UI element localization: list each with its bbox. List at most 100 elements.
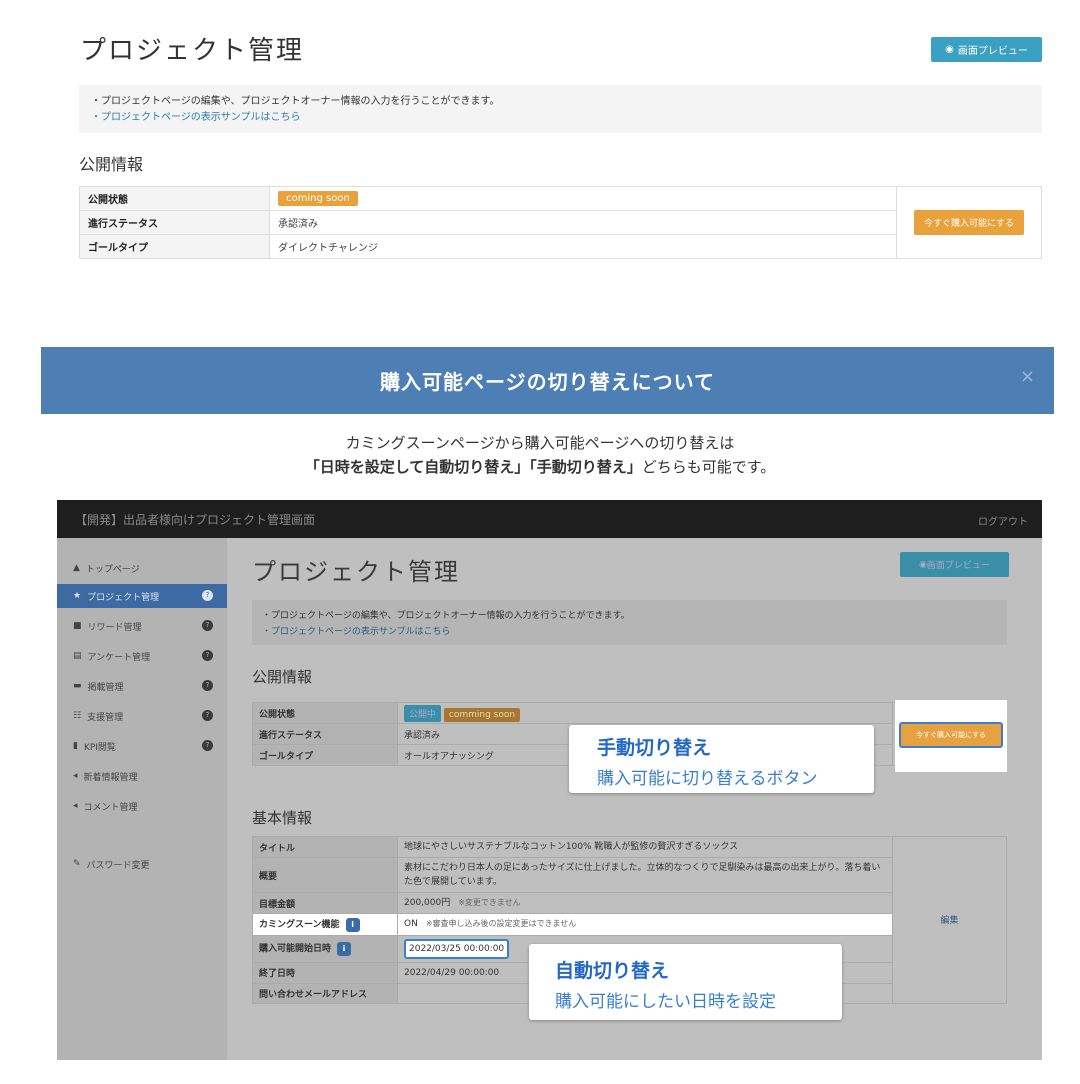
sidebar-item-label: パスワード変更 <box>86 860 150 871</box>
help-icon: ? <box>202 680 213 691</box>
screen-preview-label: 画面プレビュー <box>957 46 1028 57</box>
sidebar-item-label: 支援管理 <box>87 712 124 723</box>
sidebar-item-label: KPI閲覧 <box>83 742 116 753</box>
edit-link[interactable]: 編集 <box>940 916 958 926</box>
manual-switch-callout: 手動切り替え 購入可能に切り替えるボタン <box>569 725 874 793</box>
callout-title: 手動切り替え <box>597 737 712 759</box>
sidebar-item-listing[interactable]: ▬ 掲載管理? <box>57 674 227 698</box>
sidebar-item-top[interactable]: ▲ トップページ <box>57 556 227 580</box>
star-icon: ★ <box>73 591 82 601</box>
sidebar: ▲ トップページ ★ プロジェクト管理? ■ リワード管理? ▤ アンケート管理? ▬ 掲… <box>57 538 227 1060</box>
bar-chart-icon: ▮ <box>73 741 78 751</box>
info-box: ・プロジェクトページの編集や、プロジェクトオーナー情報の入力を行うことができます… <box>79 85 1042 133</box>
buy-now-button[interactable]: 今すぐ購入可能にする <box>913 210 1025 235</box>
row-label: 進行ステータス <box>79 210 270 235</box>
home-icon: ▲ <box>73 563 80 573</box>
inner-preview-button[interactable]: ◉ 画面プレビュー <box>900 552 1009 577</box>
row-value: ON <box>404 919 418 930</box>
sidebar-item-label: プロジェクト管理 <box>87 592 160 603</box>
list-icon: ▬ <box>73 681 82 691</box>
inner-sample-link[interactable]: ・プロジェクトページの表示サンプルはこちら <box>262 624 997 640</box>
row-label: 購入可能開始日時 <box>259 944 332 955</box>
sidebar-item-project[interactable]: ★ プロジェクト管理? <box>57 584 227 608</box>
example-screenshot: 【開発】出品者様向けプロジェクト管理画面 ログアウト ▲ トップページ ★ プロジェ… <box>57 500 1042 1060</box>
sidebar-item-label: コメント管理 <box>83 802 138 813</box>
close-icon[interactable]: × <box>1020 366 1035 387</box>
modal-header-banner: 購入可能ページの切り替えについて <box>41 347 1054 414</box>
sidebar-item-kpi[interactable]: ▮ KPI閲覧? <box>57 734 227 758</box>
screen-preview-button[interactable]: ◉ 画面プレビュー <box>931 37 1042 62</box>
sidebar-item-label: 新着情報管理 <box>83 772 138 783</box>
row-label: 公開状態 <box>252 702 398 724</box>
row-label: カミングスーン機能 <box>259 920 340 930</box>
row-label: 公開状態 <box>79 186 270 211</box>
row-note: ※変更できません <box>458 898 521 907</box>
info-note: ・プロジェクトページの編集や、プロジェクトオーナー情報の入力を行うことができます… <box>91 96 500 107</box>
description-line-2: 「日時を設定して自動切り替え」「手動切り替え」どちらも可能です。 <box>0 456 1080 477</box>
sidebar-item-label: トップページ <box>85 564 140 575</box>
callout-subtitle: 購入可能に切り替えるボタン <box>597 769 818 789</box>
row-label: ゴールタイプ <box>252 744 398 766</box>
megaphone-icon: ◂ <box>73 771 78 781</box>
inner-info-box: ・プロジェクトページの編集や、プロジェクトオーナー情報の入力を行うことができます… <box>252 600 1007 645</box>
sidebar-item-label: 掲載管理 <box>87 682 124 693</box>
sidebar-item-reward[interactable]: ■ リワード管理? <box>57 614 227 638</box>
table-row: 公開状態 公開中 comming soon <box>252 702 1007 766</box>
sidebar-item-comment[interactable]: ◂ コメント管理 <box>57 794 227 818</box>
sidebar-item-survey[interactable]: ▤ アンケート管理? <box>57 644 227 668</box>
row-note: ※審査申し込み後の設定変更はできません <box>425 919 577 929</box>
info-icon[interactable]: i <box>345 917 360 932</box>
public-info-heading: 公開情報 <box>79 155 144 174</box>
row-value: ダイレクトチャレンジ <box>269 234 897 259</box>
row-value: 地球にやさしいサステナブルなコットン100% 靴職人が監修の贅沢すぎるソックス <box>397 836 893 858</box>
coming-soon-badge: comming soon <box>443 707 521 722</box>
table-icon: ☷ <box>73 711 82 721</box>
sidebar-item-label: リワード管理 <box>87 622 142 633</box>
eye-icon: ◉ <box>919 559 927 570</box>
info-icon[interactable]: i <box>337 941 352 956</box>
public-info-table: 公開状態 coming soon 今すぐ購入可能にする 進行ステータス 承認済み… <box>79 186 1042 259</box>
row-label: タイトル <box>252 836 398 858</box>
row-label: 概要 <box>252 857 398 893</box>
help-icon: ? <box>202 590 213 601</box>
row-label: 問い合わせメールアドレス <box>252 982 398 1004</box>
row-value: 素材にこだわり日本人の足にあったサイズに仕上げました。立体的なつくりで足馴染みは… <box>397 857 893 893</box>
description-line-1: カミングスーンページから購入可能ページへの切り替えは <box>345 434 735 452</box>
megaphone-icon: ◂ <box>73 801 78 811</box>
table-row: タイトル 地球にやさしいサステナブルなコットン100% 靴職人が監修の贅沢すぎる… <box>252 836 1007 1004</box>
help-icon: ? <box>202 710 213 721</box>
row-value: 承認済み <box>269 210 897 235</box>
sidebar-item-news[interactable]: ◂ 新着情報管理 <box>57 764 227 788</box>
public-badge: 公開中 <box>404 704 442 722</box>
help-icon: ? <box>202 650 213 661</box>
inner-basic-heading: 基本情報 <box>252 809 313 827</box>
table-row: 公開状態 coming soon 今すぐ購入可能にする <box>79 186 1042 259</box>
pen-icon: ✎ <box>73 859 81 869</box>
help-icon: ? <box>202 740 213 751</box>
callout-subtitle: 購入可能にしたい日時を設定 <box>555 992 776 1012</box>
purchase-start-datetime[interactable]: 2022/03/25 00:00:00 <box>404 938 510 959</box>
row-label: 目標金額 <box>252 892 398 914</box>
row-label: 終了日時 <box>252 961 398 984</box>
inner-buy-now-button[interactable]: 今すぐ購入可能にする <box>899 722 1003 748</box>
sidebar-item-support[interactable]: ☷ 支援管理? <box>57 704 227 728</box>
status-badge: coming soon <box>278 191 358 206</box>
row-value: 200,000円 <box>404 898 451 908</box>
inner-public-heading: 公開情報 <box>252 668 313 686</box>
eye-icon: ◉ <box>945 44 954 55</box>
auto-switch-callout: 自動切り替え 購入可能にしたい日時を設定 <box>529 944 842 1020</box>
help-icon: ? <box>202 620 213 631</box>
inner-info-note: ・プロジェクトページの編集や、プロジェクトオーナー情報の入力を行うことができます… <box>262 611 630 621</box>
page-title: プロジェクト管理 <box>80 36 305 66</box>
sample-link[interactable]: ・プロジェクトページの表示サンプルはこちら <box>91 110 1030 126</box>
grid-icon: ■ <box>73 621 82 631</box>
sidebar-item-password[interactable]: ✎ パスワード変更 <box>57 852 227 876</box>
modal-title: 購入可能ページの切り替えについて <box>380 370 715 394</box>
logout-link[interactable]: ログアウト <box>978 513 1028 528</box>
description-emphasis: 「日時を設定して自動切り替え」「手動切り替え」 <box>304 458 642 476</box>
inner-preview-label: 画面プレビュー <box>926 561 990 571</box>
sidebar-item-label: アンケート管理 <box>87 652 151 663</box>
form-icon: ▤ <box>73 651 82 661</box>
inner-page-title: プロジェクト管理 <box>252 558 460 586</box>
row-label: 進行ステータス <box>252 723 398 745</box>
